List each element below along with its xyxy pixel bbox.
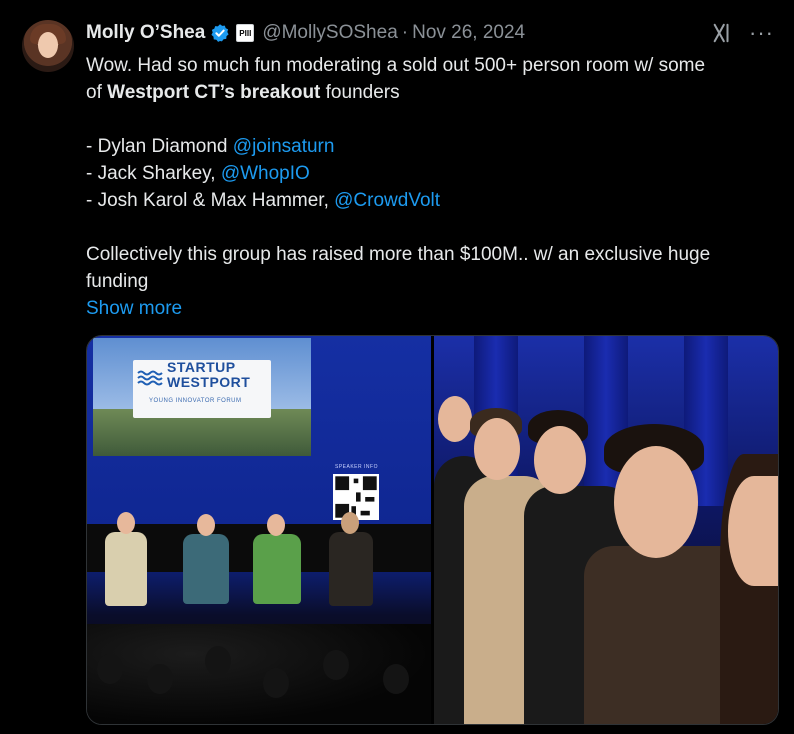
- mention-link[interactable]: @WhopIO: [221, 163, 310, 184]
- tweet-closing: Collectively this group has raised more …: [86, 244, 711, 292]
- founders-selfie-photo[interactable]: [434, 336, 778, 724]
- panelist-2: [183, 534, 229, 604]
- tweet-text: Wow. Had so much fun moderating a sold o…: [86, 52, 776, 322]
- moderator: [329, 532, 373, 606]
- mention-link[interactable]: @joinsaturn: [233, 136, 335, 157]
- founder-prefix: - Josh Karol & Max Hammer,: [86, 190, 335, 211]
- founder-prefix: - Dylan Diamond: [86, 136, 233, 157]
- presentation-slide: STARTUP WESTPORT YOUNG INNOVATOR FORUM: [93, 338, 311, 456]
- qr-code-icon: [333, 474, 379, 520]
- media-grid: STARTUP WESTPORT YOUNG INNOVATOR FORUM S…: [86, 335, 779, 725]
- founder-line: - Josh Karol & Max Hammer, @CrowdVolt: [86, 187, 776, 214]
- founder-prefix: - Jack Sharkey,: [86, 163, 221, 184]
- header-actions: ···: [711, 22, 774, 44]
- header-separator: ·: [401, 22, 409, 43]
- mention-link[interactable]: @CrowdVolt: [334, 190, 440, 211]
- audience-area: [87, 624, 431, 724]
- grok-icon[interactable]: [711, 22, 733, 44]
- author-avatar[interactable]: [22, 20, 74, 72]
- verified-badge-icon: [211, 24, 229, 42]
- qr-label: SPEAKER INFO: [335, 464, 378, 470]
- tweet-header: Molly O’Shea PIII @MollySOShea · Nov 26,…: [86, 20, 774, 46]
- affiliation-badge-icon[interactable]: PIII: [236, 24, 255, 42]
- founder-line: - Dylan Diamond @joinsaturn: [86, 133, 776, 160]
- tweet-date[interactable]: Nov 26, 2024: [412, 22, 525, 44]
- tweet-line-2: of Westport CT’s breakout founders: [86, 79, 776, 106]
- slide-logo-text: STARTUP WESTPORT: [167, 359, 251, 390]
- tweet-line-2-start: of: [86, 82, 108, 103]
- waves-icon: [137, 370, 163, 386]
- tweet-bold-phrase: Westport CT’s breakout: [107, 82, 321, 103]
- author-handle[interactable]: @MollySOShea: [262, 22, 397, 44]
- avatar-face: [38, 32, 58, 58]
- founder-line: - Jack Sharkey, @WhopIO: [86, 160, 776, 187]
- more-options-icon[interactable]: ···: [749, 22, 774, 44]
- slide-subtitle: YOUNG INNOVATOR FORUM: [149, 398, 242, 404]
- panelist-3: [253, 534, 301, 604]
- show-more-link[interactable]: Show more: [86, 295, 776, 322]
- event-stage-photo[interactable]: STARTUP WESTPORT YOUNG INNOVATOR FORUM S…: [87, 336, 431, 724]
- author-name[interactable]: Molly O’Shea: [86, 22, 205, 44]
- tweet-line-1: Wow. Had so much fun moderating a sold o…: [86, 55, 706, 76]
- tweet-line-2-end: founders: [320, 82, 400, 103]
- panelist-1: [105, 532, 147, 606]
